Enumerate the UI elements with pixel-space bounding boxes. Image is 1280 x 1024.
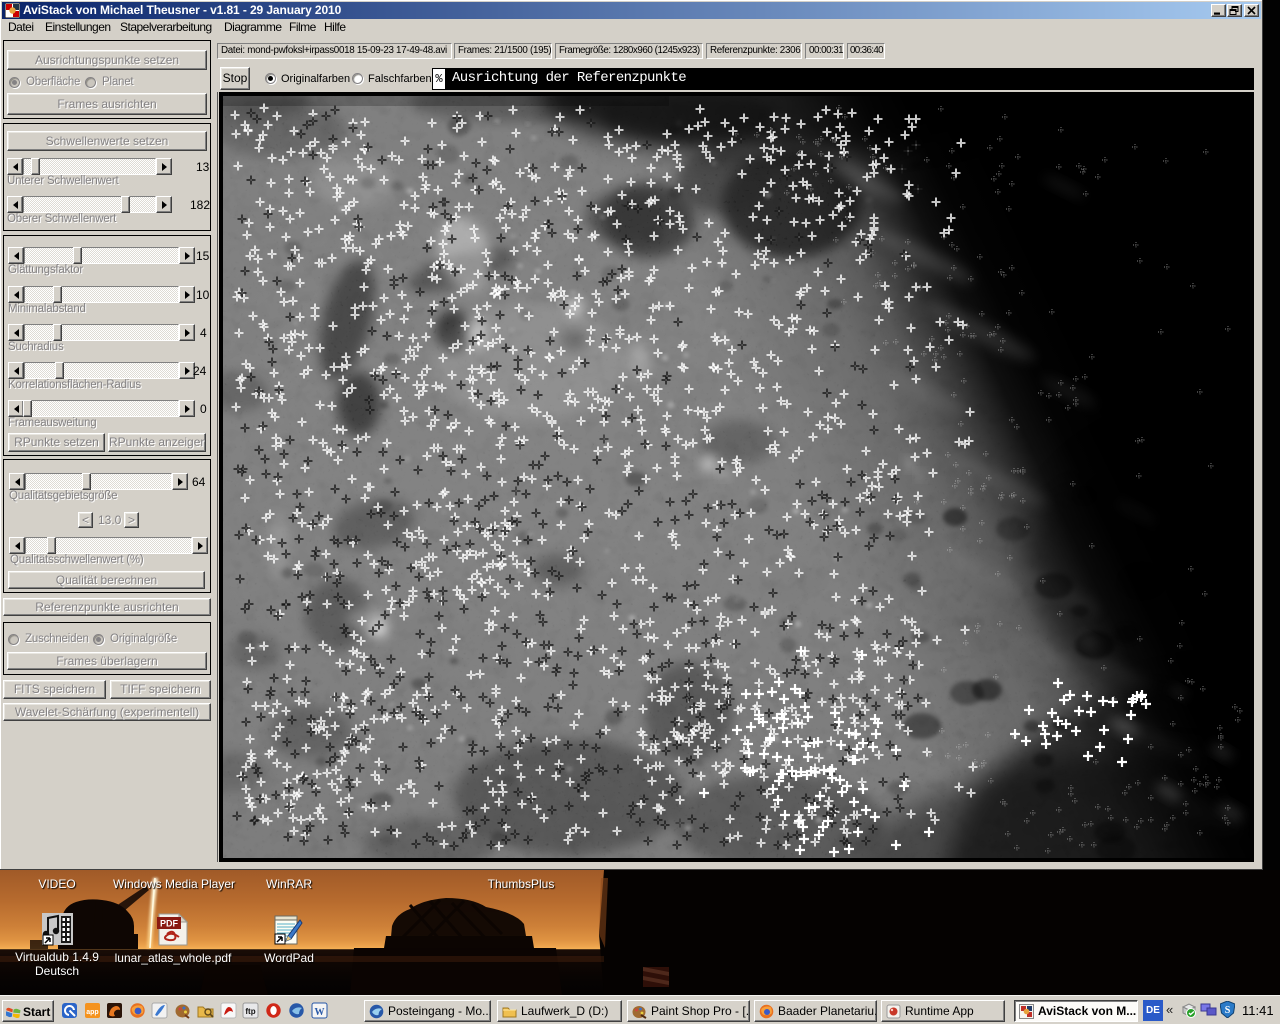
svg-text:S: S (1225, 1005, 1231, 1016)
svg-text:PDF: PDF (160, 919, 179, 929)
svg-text:app: app (86, 1009, 98, 1016)
svg-text:ftp: ftp (245, 1007, 255, 1016)
svg-text:W: W (315, 1007, 325, 1018)
